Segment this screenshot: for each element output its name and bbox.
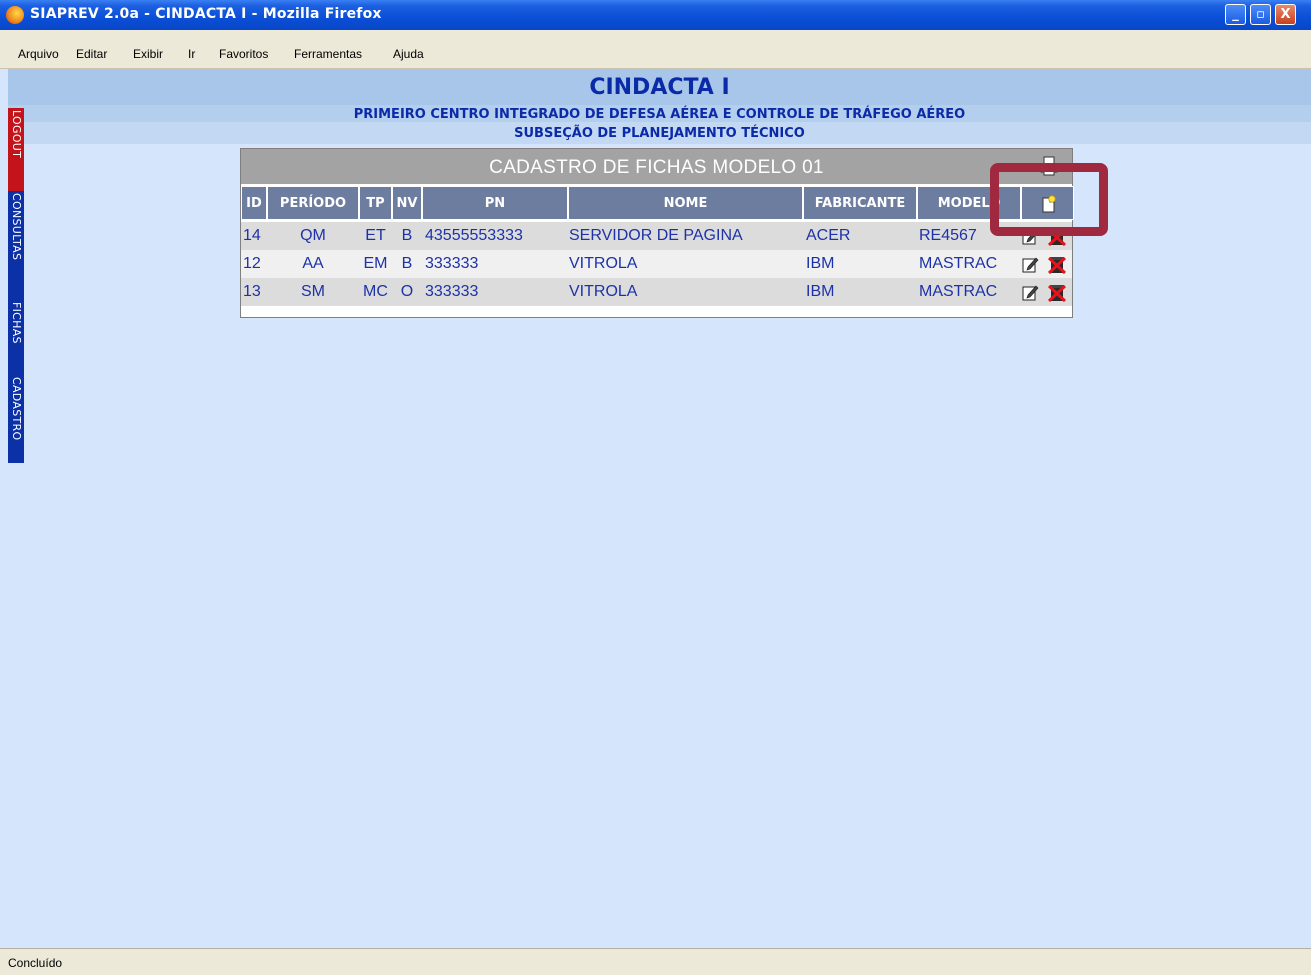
cell-pn: 333333	[425, 283, 479, 300]
cell-periodo: SM	[301, 283, 325, 300]
status-text: Concluído	[8, 956, 63, 970]
column-header-fabricante: FABRICANTE	[803, 186, 917, 220]
status-bar: Concluído	[0, 948, 1311, 975]
edit-icon[interactable]	[1022, 284, 1039, 301]
panel-title-bar: CADASTRO DE FICHAS MODELO 01	[241, 149, 1072, 184]
tab-fichas-label: FICHAS	[10, 302, 23, 344]
cell-nv: O	[400, 283, 414, 300]
column-header-nome: NOME	[568, 186, 803, 220]
cell-id: 12	[243, 255, 261, 272]
cell-periodo: AA	[302, 255, 324, 272]
table-row: 14 QM ET B 43555553333 SERVIDOR DE PAGIN…	[241, 222, 1072, 250]
menu-ferramentas[interactable]: Ferramentas	[294, 47, 362, 61]
page-subtitle: PRIMEIRO CENTRO INTEGRADO DE DEFESA AÉRE…	[353, 107, 966, 122]
cell-id: 13	[243, 283, 261, 300]
page-content: CINDACTA I PRIMEIRO CENTRO INTEGRADO DE …	[8, 69, 1311, 948]
window-title: SIAPREV 2.0a - CINDACTA I - Mozilla Fire…	[30, 6, 382, 22]
delete-icon[interactable]	[1048, 283, 1066, 302]
window-title-bar: SIAPREV 2.0a - CINDACTA I - Mozilla Fire…	[0, 0, 1311, 30]
tab-cadastro-label: CADASTRO	[10, 377, 23, 441]
firefox-icon	[6, 6, 24, 24]
cell-modelo: MASTRAC	[919, 255, 998, 272]
panel-title: CADASTRO DE FICHAS MODELO 01	[489, 157, 824, 178]
cell-nome: VITROLA	[569, 283, 638, 300]
delete-icon[interactable]	[1048, 255, 1066, 274]
tab-consultas[interactable]: CONSULTAS	[8, 191, 24, 300]
menu-bar: Arquivo Editar Exibir Ir Favoritos Ferra…	[0, 30, 1311, 87]
menu-favoritos[interactable]: Favoritos	[219, 47, 268, 61]
menu-ir[interactable]: Ir	[188, 47, 195, 61]
table-row: 13 SM MC O 333333 VITROLA IBM MASTRAC	[241, 278, 1072, 306]
cell-nome: SERVIDOR DE PAGINA	[569, 227, 743, 244]
cell-tp: ET	[365, 227, 386, 244]
cell-nome: VITROLA	[569, 255, 638, 272]
column-header-pn: PN	[422, 186, 568, 220]
page-subtitle-section: SUBSEÇÃO DE PLANEJAMENTO TÉCNICO	[514, 126, 805, 141]
highlight-box	[990, 163, 1108, 236]
column-header-tp: TP	[359, 186, 392, 220]
menu-arquivo[interactable]: Arquivo	[18, 47, 59, 61]
cell-tp: MC	[363, 283, 388, 300]
tab-logout-label: LOGOUT	[10, 110, 23, 159]
cell-fabricante: IBM	[806, 283, 835, 300]
tab-fichas[interactable]: FICHAS	[8, 300, 24, 375]
table-row: 12 AA EM B 333333 VITROLA IBM MASTRAC	[241, 250, 1072, 278]
maximize-button[interactable]: ▫	[1250, 4, 1271, 25]
cell-pn: 43555553333	[425, 227, 523, 244]
cell-tp: EM	[363, 255, 388, 272]
column-header-nv: NV	[392, 186, 422, 220]
page-title: CINDACTA I	[589, 75, 730, 100]
menu-ajuda[interactable]: Ajuda	[393, 47, 424, 61]
cell-fabricante: ACER	[806, 227, 851, 244]
tab-logout[interactable]: LOGOUT	[8, 108, 24, 191]
menu-editar[interactable]: Editar	[76, 47, 107, 61]
tab-cadastro[interactable]: CADASTRO	[8, 375, 24, 463]
edit-icon[interactable]	[1022, 256, 1039, 273]
menu-exibir[interactable]: Exibir	[133, 47, 163, 61]
cell-nv: B	[401, 227, 413, 244]
tab-consultas-label: CONSULTAS	[10, 193, 23, 261]
cell-fabricante: IBM	[806, 255, 835, 272]
column-header-id: ID	[241, 186, 267, 220]
fichas-table-panel: CADASTRO DE FICHAS MODELO 01 ID PERÍODO …	[240, 148, 1074, 318]
cell-pn: 333333	[425, 255, 479, 272]
column-header-periodo: PERÍODO	[267, 186, 359, 220]
cell-nv: B	[401, 255, 413, 272]
minimize-button[interactable]: _	[1225, 4, 1246, 25]
cell-modelo: MASTRAC	[919, 283, 998, 300]
cell-periodo: QM	[300, 227, 326, 244]
close-button[interactable]: X	[1275, 4, 1296, 25]
cell-id: 14	[243, 227, 261, 244]
